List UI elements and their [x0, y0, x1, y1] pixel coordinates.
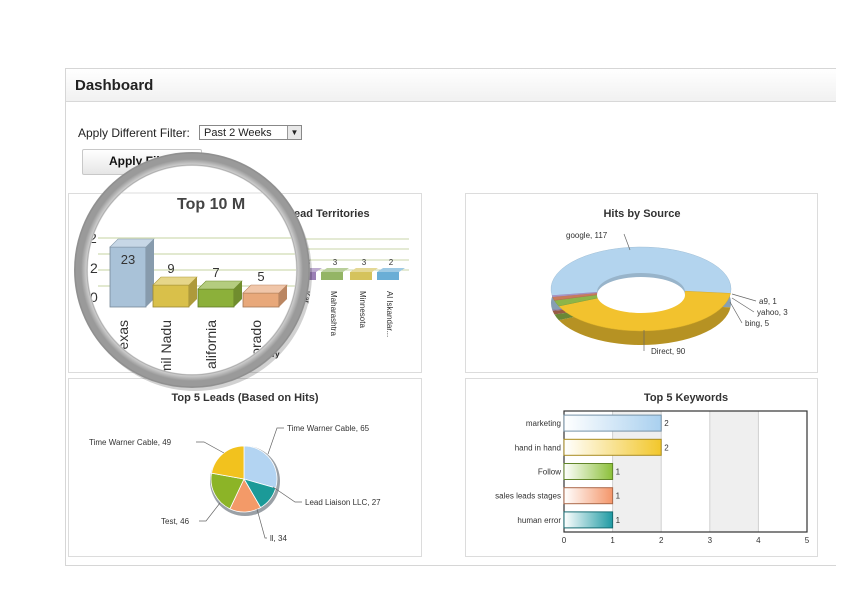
band	[661, 411, 710, 532]
bar-value-6: 3	[362, 258, 367, 267]
x-tick-5: 5	[805, 536, 810, 545]
keyword-label-1: hand in hand	[515, 443, 561, 452]
keyword-label-3: sales leads stages	[495, 492, 561, 501]
x-tick-1: 1	[610, 536, 615, 545]
pie-slice-4	[211, 445, 245, 480]
panel-header: Dashboard	[66, 69, 836, 102]
bar-top-7	[377, 268, 405, 272]
keyword-value-3: 1	[616, 492, 621, 501]
x-tick-4: 4	[756, 536, 761, 545]
band	[758, 411, 807, 532]
bar-top-5	[321, 268, 349, 272]
keyword-bar-3	[563, 487, 614, 505]
slice-label-1: Direct, 90	[651, 347, 686, 356]
hits-title: Hits by Source	[603, 208, 680, 220]
keyword-bar-2	[563, 463, 614, 480]
bar-4	[294, 272, 316, 280]
slice-label-3: Test, 46	[161, 517, 190, 526]
filter-label: Apply Different Filter:	[78, 126, 190, 140]
page-title: Dashboard	[75, 77, 154, 94]
slice-label-3: yahoo, 3	[757, 308, 788, 317]
leader-line-4	[196, 441, 225, 454]
filter-select[interactable]: Past 2 Weeks ▼	[199, 125, 302, 140]
donut-hole	[597, 277, 685, 313]
x-tick-3: 3	[708, 536, 713, 545]
territories-chart: ead Territories 3 Kar 3 Maharashtra 3 Minnesot…	[272, 208, 409, 359]
keyword-value-2: 1	[616, 468, 621, 477]
keyword-bar-0	[563, 414, 662, 432]
leads-title: Top 5 Leads (Based on Hits)	[171, 392, 318, 404]
keyword-value-1: 2	[664, 443, 669, 452]
leader-line-3	[199, 502, 221, 522]
x-axis-label-tail: ry	[272, 350, 280, 359]
keyword-bar-1	[563, 438, 662, 456]
keywords-title: Top 5 Keywords	[644, 392, 728, 404]
leader-line-2	[729, 301, 743, 324]
slice-label-1: Lead Liaison LLC, 27	[305, 498, 381, 507]
bar-value-7: 2	[389, 258, 394, 267]
band	[709, 411, 759, 532]
x-tick-2: 2	[659, 536, 664, 545]
keyword-label-2: Follow	[538, 468, 561, 477]
hits-by-source-chart: Hits by Source google, 117 Direct, 90 bing,…	[550, 208, 788, 356]
leader-line-3	[731, 297, 755, 313]
bar-label-4: Kar	[302, 291, 311, 304]
apply-filter-button[interactable]: Apply Filter	[82, 149, 202, 175]
bar-top-6	[350, 268, 378, 272]
territories-card: ead Territories 3 Kar 3 Maharashtra 3 Minnesot…	[68, 193, 422, 373]
bar-label-5: Maharashtra	[329, 291, 338, 336]
slice-label-0: google, 117	[566, 231, 608, 240]
slice-label-2: ll, 34	[270, 534, 287, 543]
top-leads-card: Top 5 Leads (Based on Hits) Time Warner C…	[68, 378, 422, 557]
bar-7	[377, 272, 399, 280]
bar-value-4: 3	[306, 258, 311, 267]
slice-label-4: Time Warner Cable, 49	[89, 438, 172, 447]
slice-label-4: a9, 1	[759, 297, 777, 306]
top-leads-chart: Top 5 Leads (Based on Hits) Time Warner C…	[89, 392, 381, 543]
slice-label-0: Time Warner Cable, 65	[287, 424, 370, 433]
filter-select-value: Past 2 Weeks	[204, 127, 272, 139]
bar-top-4	[294, 268, 322, 272]
slice-label-2: bing, 5	[745, 319, 770, 328]
bar-5	[321, 272, 343, 280]
keyword-value-4: 1	[616, 516, 621, 525]
keyword-value-0: 2	[664, 419, 669, 428]
x-tick-0: 0	[562, 536, 567, 545]
keyword-label-0: marketing	[526, 419, 561, 428]
bar-6	[350, 272, 372, 280]
leader-line-2	[256, 508, 267, 539]
keyword-bar-4	[563, 511, 614, 529]
top-keywords-card: Top 5 Keywords marketing 2 hand in hand 2 Fol…	[465, 378, 818, 557]
bar-label-6: Minnesota	[358, 291, 367, 328]
top-keywords-chart: Top 5 Keywords marketing 2 hand in hand 2 Fol…	[495, 392, 810, 545]
bar-label-7: Al Iskandar...	[385, 291, 394, 337]
leader-line-0	[267, 427, 284, 455]
territories-title-tail: ead Territories	[294, 208, 370, 220]
hits-by-source-card: Hits by Source google, 117 Direct, 90 bing,…	[465, 193, 818, 373]
chevron-down-icon[interactable]: ▼	[287, 126, 301, 139]
bar-value-5: 3	[333, 258, 338, 267]
keyword-label-4: human error	[517, 516, 561, 525]
